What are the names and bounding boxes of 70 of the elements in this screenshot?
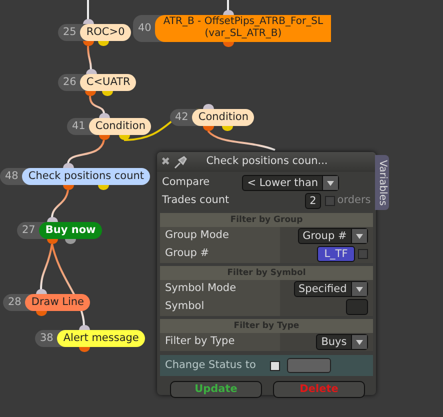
unit-label: orders: [337, 193, 371, 208]
output-port[interactable]: [98, 185, 109, 190]
node-label[interactable]: Condition: [192, 109, 254, 126]
dialog-panel[interactable]: [157, 152, 376, 395]
connector-line: [89, 96, 105, 114]
caret-icon: [356, 286, 363, 292]
status-field[interactable]: [286, 358, 331, 373]
node-label[interactable]: ROC>0: [80, 24, 131, 41]
caret-icon: [356, 340, 363, 344]
connector-line: [87, 0, 89, 20]
number-field[interactable]: 2: [304, 193, 322, 209]
panel-title: Check positions coun...: [206, 154, 328, 170]
close-icon[interactable]: ✖: [161, 154, 170, 170]
field-label: Trades count: [161, 193, 230, 208]
dropdown[interactable]: Specified: [294, 281, 368, 297]
input-port[interactable]: [36, 289, 47, 294]
connector-line: [51, 190, 69, 218]
node-label[interactable]: C<UATR: [80, 74, 136, 91]
symbol-field[interactable]: [346, 299, 368, 315]
output-port[interactable]: [203, 126, 214, 131]
output-port[interactable]: [63, 185, 74, 190]
output-port[interactable]: [98, 41, 109, 46]
checkbox[interactable]: [325, 196, 336, 206]
output-port[interactable]: [65, 239, 76, 244]
output-port[interactable]: [36, 311, 47, 316]
input-port[interactable]: [99, 113, 110, 118]
node-label[interactable]: Check positions count: [22, 168, 150, 185]
connector-line: [87, 46, 92, 70]
output-port[interactable]: [99, 135, 110, 140]
field-label: Symbol: [164, 299, 206, 314]
input-port[interactable]: [83, 19, 94, 24]
field-label: Filter by Type: [164, 334, 236, 350]
caret-icon: [356, 234, 363, 238]
output-port[interactable]: [223, 42, 234, 47]
connector-line: [67, 140, 105, 164]
field-label: Compare: [161, 175, 211, 190]
input-port[interactable]: [79, 325, 90, 330]
input-port[interactable]: [63, 163, 74, 168]
input-port[interactable]: [86, 69, 97, 74]
dropdown[interactable]: < Lower than: [242, 175, 340, 191]
output-port[interactable]: [83, 41, 94, 46]
connector-line: [227, 0, 229, 11]
pin-icon[interactable]: [174, 155, 188, 169]
node-label[interactable]: Draw Line: [25, 294, 90, 311]
output-port[interactable]: [47, 239, 58, 244]
group-tag[interactable]: L_TF: [317, 246, 355, 262]
checkbox[interactable]: [270, 360, 280, 370]
caret-icon: [327, 180, 334, 186]
output-port[interactable]: [222, 126, 233, 131]
checkbox[interactable]: [358, 249, 368, 259]
dropdown[interactable]: Buys: [316, 334, 368, 350]
node-label[interactable]: ATR_B - OffsetPips_ATRB_For_SL (var_SL_ATR_B): [155, 15, 332, 42]
field-label: Symbol Mode: [164, 281, 238, 296]
node-label[interactable]: Condition: [89, 118, 152, 135]
output-port[interactable]: [79, 347, 90, 352]
node-label[interactable]: Alert message: [57, 330, 145, 347]
input-port[interactable]: [223, 10, 234, 15]
dropdown[interactable]: Group #: [298, 228, 368, 244]
connector-line: [207, 130, 276, 151]
output-port[interactable]: [85, 91, 96, 96]
node-label[interactable]: Buy now: [39, 222, 102, 239]
variables-tab[interactable]: Variables: [375, 155, 389, 210]
input-port[interactable]: [203, 104, 214, 109]
status-bar[interactable]: Change Status to: [160, 355, 373, 376]
field-label: Group #: [164, 246, 210, 262]
field-label: Group Mode: [164, 228, 230, 244]
status-label: Change Status to: [165, 358, 256, 373]
input-port[interactable]: [47, 217, 58, 222]
output-port[interactable]: [119, 135, 130, 140]
output-port[interactable]: [102, 91, 113, 96]
